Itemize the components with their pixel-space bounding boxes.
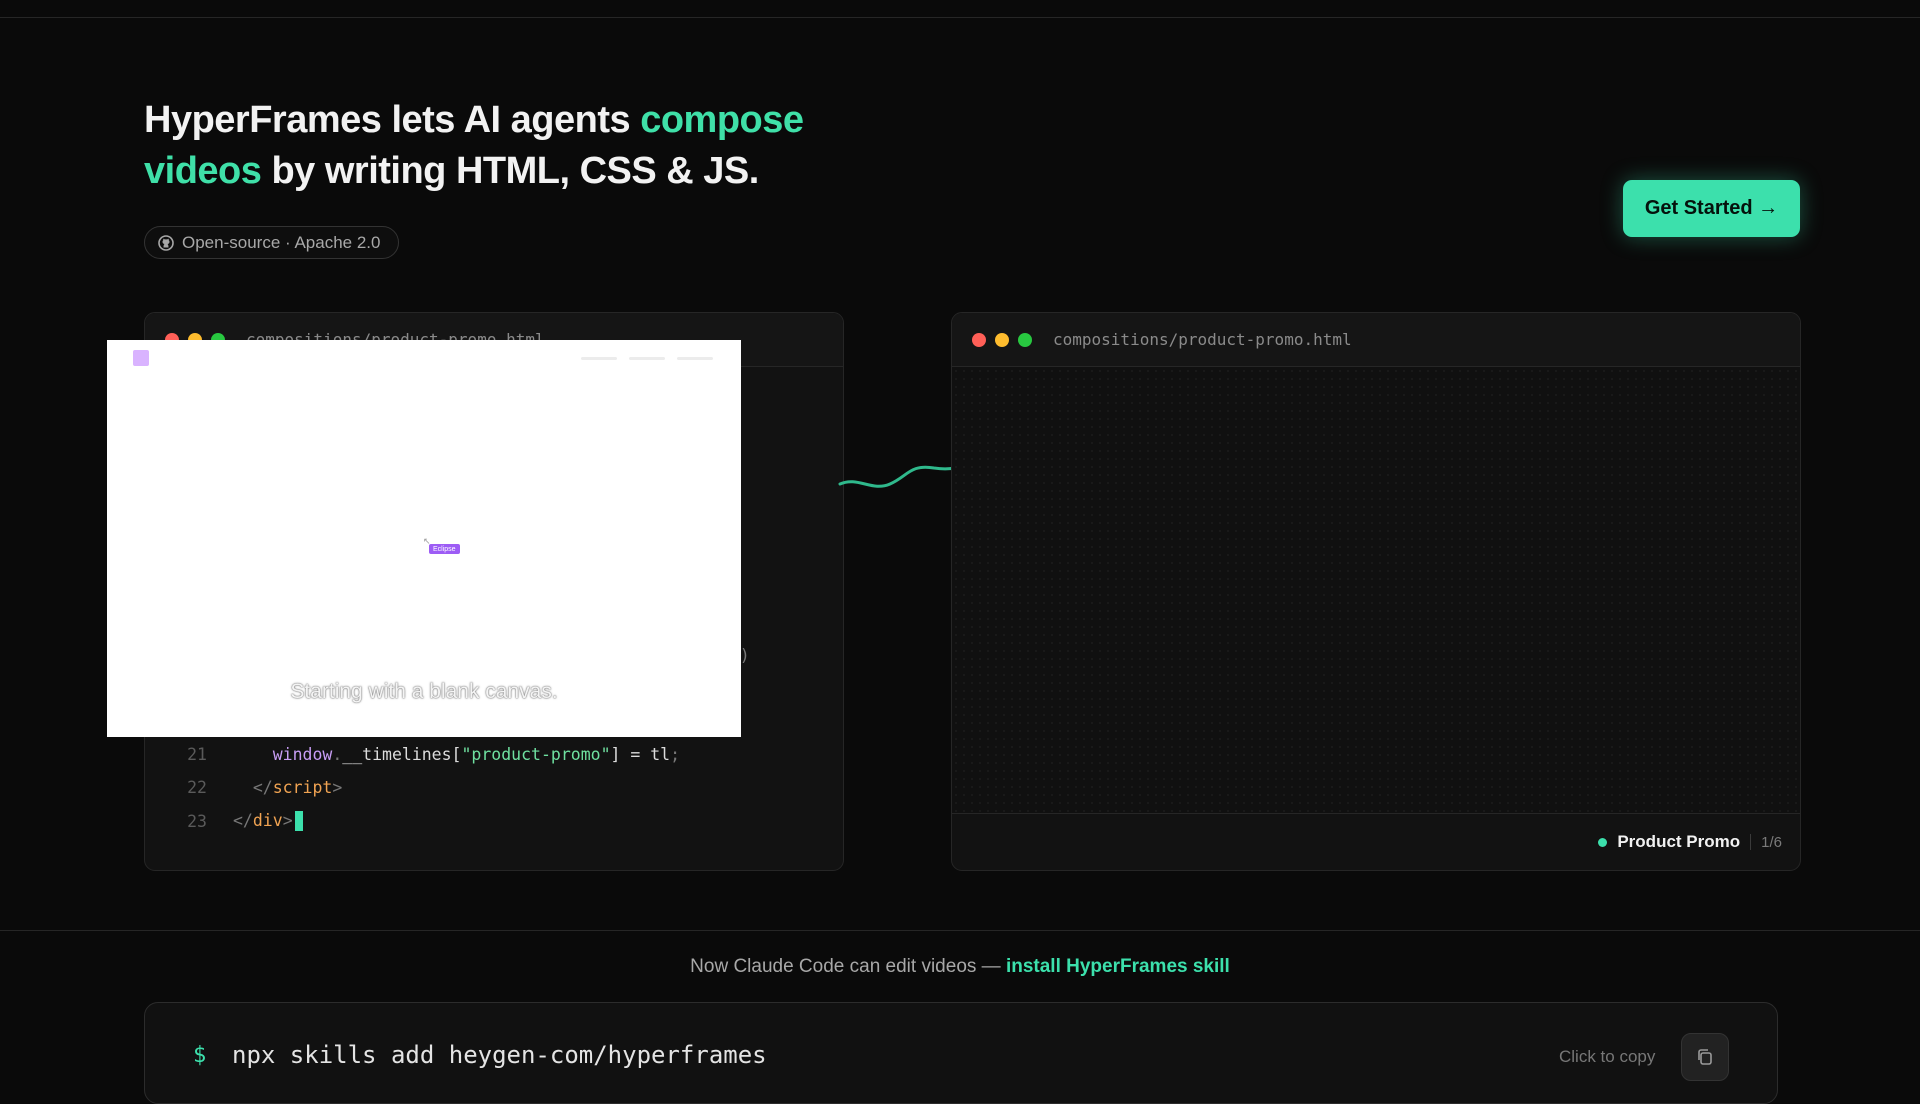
code-token: script [272,778,333,798]
code-line: 23 </div> [145,804,843,837]
install-command: npx skills add heygen-com/hyperframes [232,1041,767,1069]
close-dot-icon [972,332,986,347]
preview-window-title: compositions/product-promo.html [1053,330,1352,349]
code-token: div [252,810,283,830]
scene-counter: 1/6 [1761,833,1782,851]
headline-part1: HyperFrames lets AI agents [144,99,641,141]
line-number: 22 [187,778,207,798]
install-command-box[interactable]: $ npx skills add heygen-com/hyperframes … [144,1002,1778,1104]
skill-promo: Now Claude Code can edit videos — instal… [0,956,1920,978]
preview-stage [952,367,1800,813]
headline-part2: by writing HTML, CSS & JS. [261,150,759,192]
canvas-tag: Eclipse [429,544,460,554]
license-badge[interactable]: Open-source · Apache 2.0 [144,226,400,259]
code-token: ; [670,745,681,765]
skill-lead-text: Now Claude Code can edit videos — [690,956,1006,977]
canvas-nav-line [581,357,617,360]
canvas-nav-line [677,357,713,360]
copy-hint: Click to copy [1559,1047,1656,1066]
code-token: ] = tl [610,745,671,765]
line-number: 23 [187,811,207,831]
code-token: . [332,745,343,765]
code-token: </ [233,778,273,798]
preview-window-titlebar: compositions/product-promo.html [952,313,1800,367]
code-line: 21 window.__timelines["product-promo"] =… [145,738,843,771]
text-cursor [294,811,303,832]
code-text: window.__timelines["product-promo"] = tl… [217,745,680,764]
shell-prompt: $ [193,1043,207,1068]
preview-footer: Product Promo 1/6 [952,813,1800,870]
github-icon [158,234,174,251]
canvas-nav-line [629,357,665,360]
top-border [0,17,1920,18]
line-number: 21 [187,745,207,765]
maximize-dot-icon [1018,332,1032,347]
code-token: > [332,778,343,798]
install-skill-link[interactable]: install HyperFrames skill [1006,956,1230,977]
section-divider [0,930,1920,931]
code-token: > [282,810,293,830]
code-text: </div> [217,811,303,832]
composition-title: Product Promo [1617,832,1741,851]
hero-headline: HyperFrames lets AI agents compose video… [144,95,844,197]
license-label: Open-source · Apache 2.0 [182,232,381,252]
code-token: __timelines[ [342,745,462,765]
footer-divider [1750,834,1752,850]
copy-button[interactable] [1681,1033,1729,1081]
code-token: window [233,745,333,765]
code-token: "product-promo" [461,745,611,765]
video-canvas[interactable]: ↖ Eclipse Starting with a blank canvas. [107,340,741,737]
code-line: 22 </script> [145,771,843,804]
copy-icon [1698,1049,1712,1065]
status-dot-icon [1598,837,1608,847]
preview-window: compositions/product-promo.html Product … [951,312,1801,871]
canvas-caption: Starting with a blank canvas. [290,680,558,703]
get-started-button[interactable]: Get Started → [1623,180,1800,237]
code-text: </script> [217,778,342,797]
code-token: </ [233,810,253,830]
minimize-dot-icon [995,332,1009,347]
canvas-logo-icon [133,350,149,366]
